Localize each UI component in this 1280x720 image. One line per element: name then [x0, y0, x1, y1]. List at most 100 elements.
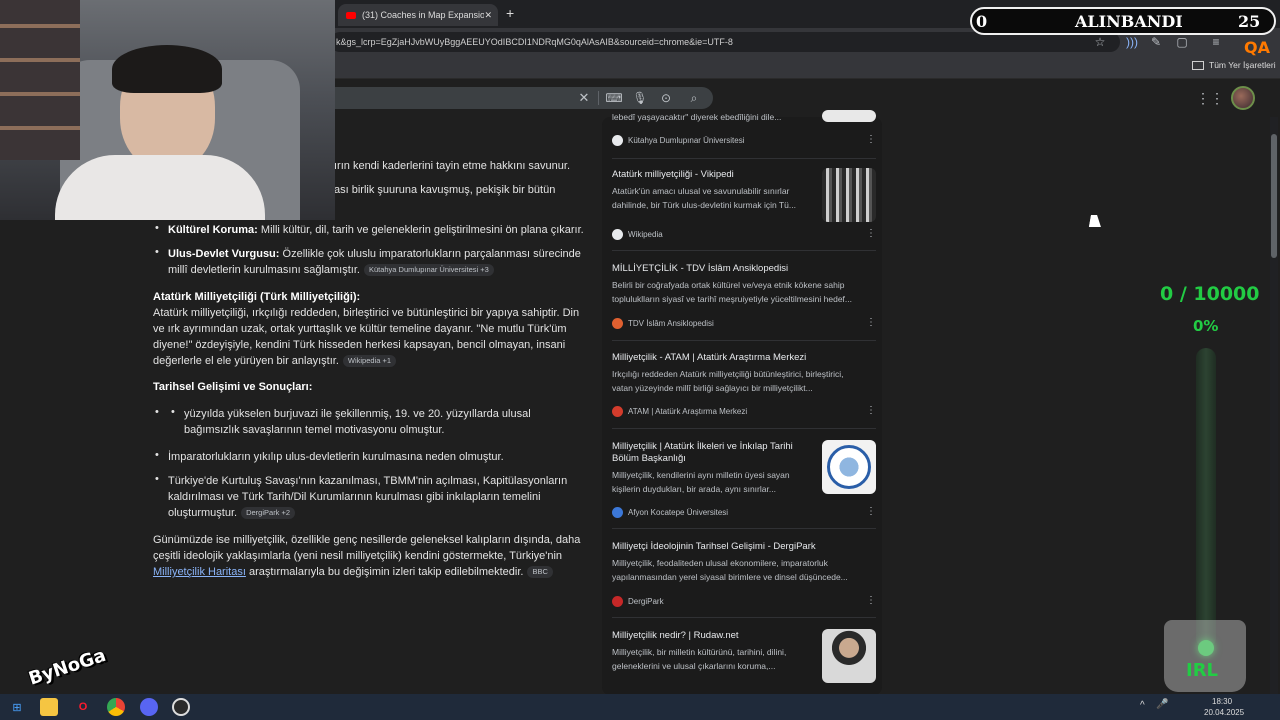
- divider: [612, 428, 876, 429]
- bullet-kulturel: Kültürel Koruma: Milli kültür, dil, tari…: [168, 222, 588, 238]
- source-chip[interactable]: Wikipedia +1: [342, 355, 397, 368]
- result-title[interactable]: MİLLİYETÇİLİK - TDV İslâm Ansiklopedisi: [612, 263, 788, 275]
- bookmarks-label: Tüm Yer İşaretleri: [1209, 60, 1276, 70]
- source-label: TDV İslâm Ansiklopedisi: [628, 319, 714, 328]
- audio-icon[interactable]: ))): [1124, 34, 1140, 50]
- mic-icon[interactable]: 🎙: [632, 90, 648, 106]
- mic-tray-icon[interactable]: 🎤: [1156, 699, 1168, 710]
- pen-icon[interactable]: ✎: [1148, 34, 1164, 50]
- result-thumbnail[interactable]: [822, 440, 876, 494]
- result-title[interactable]: Milliyetçilik | Atatürk İlkeleri ve İnkı…: [612, 441, 812, 465]
- obs-icon[interactable]: [172, 698, 190, 716]
- tab-title: (31) Coaches in Map Expansion: [362, 10, 485, 20]
- url-field[interactable]: k&gs_lcrp=EgZjaHJvbWUyBggAEEUYOdIBCDI1ND…: [330, 32, 1120, 52]
- tray-chevron-icon[interactable]: ^: [1140, 700, 1145, 711]
- result-source[interactable]: Wikipedia: [612, 229, 663, 240]
- goal-progress-tube: [1196, 348, 1216, 648]
- more-options-icon[interactable]: ⋮: [866, 506, 876, 517]
- paragraph-line: çeşitli ideolojik yaklaşımlarla (yeni ne…: [153, 550, 563, 562]
- bullet-ulus-devlet: Ulus-Devlet Vurgusu: Özellikle çok ulusl…: [168, 246, 588, 262]
- list-line: Türkiye'de Kurtuluş Savaşı'nın kazanılma…: [168, 475, 568, 487]
- clear-icon[interactable]: ✕: [576, 90, 592, 106]
- opera-icon[interactable]: O: [74, 698, 92, 716]
- partial-line-2: ası birlik şuuruna kavuşmuş, pekişik bir…: [334, 184, 556, 196]
- divider: [612, 250, 876, 251]
- paragraph-line: ve ırk ayrımından uzak, ortak yurttaşlık…: [153, 323, 567, 335]
- result-snippet: Irkçılığı reddeden Atatürk milliyetçiliğ…: [612, 369, 844, 379]
- result-source[interactable]: ATAM | Atatürk Araştırma Merkezi: [612, 406, 747, 417]
- star-icon[interactable]: ☆: [1092, 34, 1108, 50]
- paragraph-text: değerlerle el ele yürüyen bir anlayıştır…: [153, 355, 339, 367]
- result-title[interactable]: Milliyetçilik - ATAM | Atatürk Araştırma…: [612, 352, 806, 364]
- list-text: oluşturmuştur.: [168, 507, 238, 519]
- result-title[interactable]: Milliyetçilik nedir? | Rudaw.net: [612, 630, 739, 642]
- avatar[interactable]: [1231, 86, 1255, 110]
- result-snippet: Atatürk'ün amacı ulusal ve savunulabilir…: [612, 186, 790, 196]
- chrome-icon[interactable]: [107, 698, 125, 716]
- all-bookmarks[interactable]: Tüm Yer İşaretleri: [1192, 60, 1276, 70]
- paragraph-line: değerlerle el ele yürüyen bir anlayıştır…: [153, 353, 397, 369]
- search-input[interactable]: [330, 87, 713, 109]
- taskbar: [0, 694, 1280, 720]
- result-source[interactable]: Kütahya Dumlupınar Üniversitesi: [612, 135, 745, 146]
- haritasi-link[interactable]: Milliyetçilik Haritası: [153, 566, 246, 578]
- tab-close-icon[interactable]: ✕: [484, 10, 492, 21]
- person-hair: [112, 45, 222, 93]
- extensions-icon[interactable]: ▢: [1174, 34, 1190, 50]
- counter-bar: 0 ALINBANDI 25: [970, 7, 1276, 35]
- divider: [612, 617, 876, 618]
- bullet-title: Kültürel Koruma:: [168, 224, 258, 236]
- result-snippet: yapılanmasından yerel siyasal birimlere …: [612, 572, 848, 582]
- start-icon[interactable]: ⊞: [8, 698, 26, 716]
- source-label: Wikipedia: [628, 230, 663, 239]
- wikipedia-icon: [612, 229, 623, 240]
- lens-icon[interactable]: ⊙: [658, 90, 674, 106]
- dergipark-icon: [612, 596, 623, 607]
- irl-label: IRL: [1186, 660, 1219, 681]
- divider: [612, 158, 876, 159]
- brand-label: ByNoGa: [26, 644, 109, 690]
- goal-percent: 0%: [1193, 317, 1219, 335]
- result-title[interactable]: Atatürk milliyetçiliği - Vikipedi: [612, 169, 812, 181]
- result-snippet: dahilinde, bir Türk ulus-devletini kurma…: [612, 200, 796, 210]
- paragraph-line: Günümüzde ise milliyetçilik, özellikle g…: [153, 534, 581, 546]
- youtube-icon: [346, 11, 356, 19]
- more-options-icon[interactable]: ⋮: [866, 134, 876, 145]
- result-source[interactable]: TDV İslâm Ansiklopedisi: [612, 318, 714, 329]
- search-icon[interactable]: ⌕: [686, 90, 702, 106]
- playlist-icon[interactable]: ≡: [1208, 34, 1224, 50]
- paragraph-line: diyene!" özdeyişiyle, kendini Türk hisse…: [153, 339, 566, 351]
- partial-line-1: ırın kendi kaderlerini tayin etme hakkın…: [334, 160, 571, 172]
- result-thumbnail[interactable]: [822, 629, 876, 683]
- apps-grid-icon[interactable]: ⋮⋮: [1196, 90, 1224, 106]
- result-source[interactable]: DergiPark: [612, 596, 664, 607]
- more-options-icon[interactable]: ⋮: [866, 228, 876, 239]
- list-line: yüzyılda yükselen burjuvazi ile şekillen…: [184, 408, 531, 420]
- result-source[interactable]: Afyon Kocatepe Üniversitesi: [612, 507, 728, 518]
- divider: [598, 91, 599, 105]
- bullet-dot: •: [155, 449, 159, 461]
- more-options-icon[interactable]: ⋮: [866, 595, 876, 606]
- list-line: bağımsızlık savaşlarının temel motivasyo…: [184, 424, 445, 436]
- file-explorer-icon[interactable]: [40, 698, 58, 716]
- source-chip[interactable]: Kütahya Dumlupınar Üniversitesi +3: [363, 264, 494, 277]
- goal-text: 0 / 10000: [1160, 283, 1260, 305]
- source-chip[interactable]: DergiPark +2: [241, 507, 296, 520]
- result-thumbnail[interactable]: [822, 110, 876, 122]
- scrollbar-thumb[interactable]: [1271, 134, 1277, 258]
- more-options-icon[interactable]: ⋮: [866, 317, 876, 328]
- bullet-dot: •: [155, 406, 159, 418]
- bullet-ulus-devlet-line2: millî devletlerin kurulmasını sağlamıştı…: [168, 262, 494, 278]
- result-thumbnail[interactable]: [822, 168, 876, 222]
- keyboard-icon[interactable]: ⌨: [605, 90, 622, 106]
- discord-icon[interactable]: [140, 698, 158, 716]
- new-tab-button[interactable]: +: [506, 5, 514, 21]
- more-options-icon[interactable]: ⋮: [866, 405, 876, 416]
- brand-badge-icon: QA: [1244, 38, 1270, 57]
- source-chip[interactable]: BBC: [527, 566, 553, 579]
- counter-left: 0: [976, 12, 988, 31]
- clock-date: 20.04.2025: [1204, 708, 1245, 717]
- result-title[interactable]: Milliyetçi İdeolojinin Tarihsel Gelişimi…: [612, 541, 816, 553]
- source-label: DergiPark: [628, 597, 664, 606]
- tab-active[interactable]: (31) Coaches in Map Expansion ✕: [338, 4, 498, 26]
